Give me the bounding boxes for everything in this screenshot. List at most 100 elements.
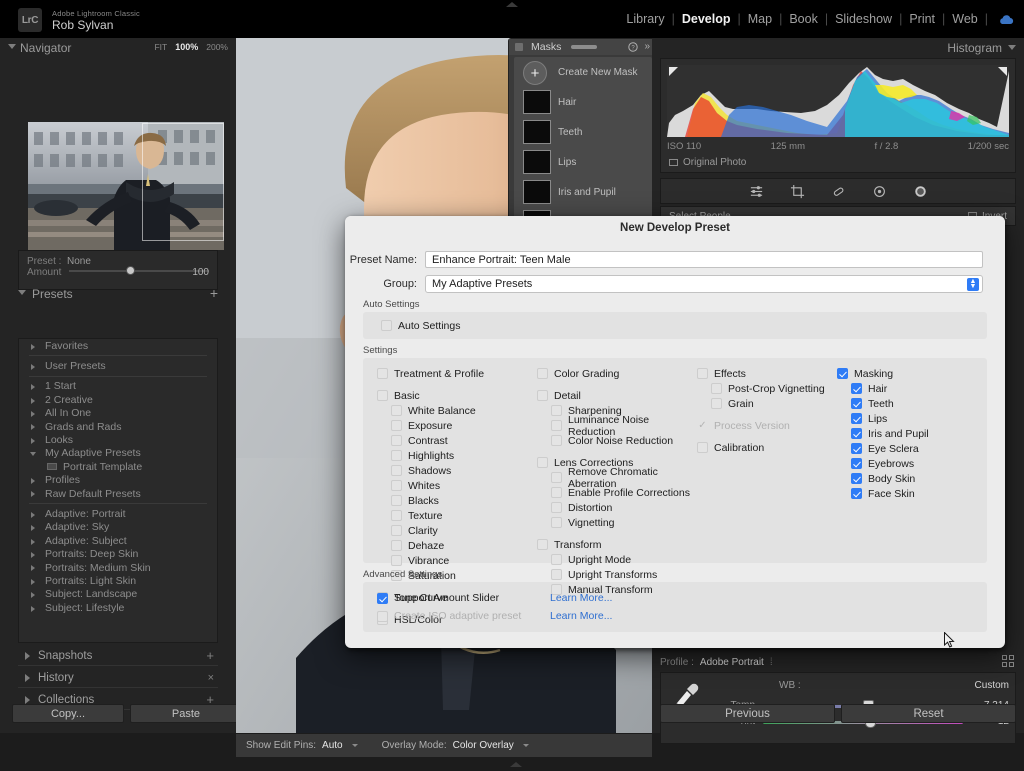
checkbox-distortion[interactable] [551,502,562,513]
presets-list[interactable]: FavoritesUser Presets1 Start2 CreativeAl… [18,338,218,643]
preset-group-adaptive-subject[interactable]: Adaptive: Subject [19,534,217,547]
chevron-down-icon[interactable] [30,452,36,456]
module-print[interactable]: Print [902,12,942,26]
settings-item-post-crop-vignetting[interactable]: Post-Crop Vignetting [711,381,837,396]
checkbox-upright-mode[interactable] [551,554,562,565]
chevron-right-icon[interactable] [31,606,35,612]
checkbox-enable-profile-corrections[interactable] [551,487,562,498]
checkbox-support-amount-slider[interactable] [377,593,388,604]
checkbox-face-skin[interactable] [851,488,862,499]
chevron-right-icon[interactable] [31,411,35,417]
chevron-right-icon[interactable] [31,424,35,430]
amount-slider[interactable] [69,270,209,272]
chevron-down-icon[interactable] [8,44,16,49]
checkbox-body-skin[interactable] [851,473,862,484]
settings-item-hair[interactable]: Hair [851,381,987,396]
settings-item-lips[interactable]: Lips [851,411,987,426]
stepper-icon[interactable]: ▲▼ [967,278,979,291]
checkbox-lips[interactable] [851,413,862,424]
zoom-fit[interactable]: FIT [154,42,167,52]
preset-group-all-in-one[interactable]: All In One [19,407,217,420]
chevron-right-icon[interactable] [31,579,35,585]
checkbox-clarity[interactable] [391,525,402,536]
chevron-down-icon[interactable] [1008,45,1016,50]
chevron-down-icon[interactable] [523,744,529,747]
checkbox-detail[interactable] [537,390,548,401]
auto-settings-checkbox[interactable] [381,320,392,331]
preset-group-user-presets[interactable]: User Presets [19,359,217,372]
sliders-icon[interactable] [749,184,764,199]
checkbox-vignetting[interactable] [551,517,562,528]
settings-group-color-grading[interactable]: Color Grading [537,366,697,381]
checkbox-iris-and-pupil[interactable] [851,428,862,439]
checkbox-sharpening[interactable] [551,405,562,416]
clear-history-icon[interactable]: × [208,672,214,684]
chevron-right-icon[interactable] [25,652,30,660]
settings-item-white-balance[interactable]: White Balance [391,403,537,418]
navigator-crop-selection[interactable] [142,123,224,241]
mask-item-iris-and-pupil[interactable]: Iris and Pupil [514,177,652,207]
histogram-graph[interactable] [667,65,1009,137]
checkbox-lens-corrections[interactable] [537,457,548,468]
preset-group-1-start[interactable]: 1 Start [19,380,217,393]
copy-button[interactable]: Copy... [12,704,124,723]
settings-item-enable-profile-corrections[interactable]: Enable Profile Corrections [551,485,697,500]
module-map[interactable]: Map [741,12,779,26]
settings-item-eye-sclera[interactable]: Eye Sclera [851,441,987,456]
chevron-right-icon[interactable] [31,364,35,370]
checkbox-effects[interactable] [697,368,708,379]
checkbox-blacks[interactable] [391,495,402,506]
settings-item-face-skin[interactable]: Face Skin [851,486,987,501]
settings-group-transform[interactable]: Transform [537,537,697,552]
question-circle-icon[interactable]: ? [628,42,638,52]
shadow-clipping-indicator[interactable] [669,67,678,76]
checkbox-luminance-noise-reduction[interactable] [551,420,562,431]
chevron-right-icon[interactable] [31,438,35,444]
wb-value[interactable]: Custom [975,680,1009,691]
module-slideshow[interactable]: Slideshow [828,12,899,26]
checkbox-shadows[interactable] [391,465,402,476]
add-snapshot-icon[interactable]: + [206,648,214,663]
settings-item-whites[interactable]: Whites [391,478,537,493]
checkbox-color-noise-reduction[interactable] [551,435,562,446]
settings-group-treatment-profile[interactable]: Treatment & Profile [377,366,537,381]
chevron-right-icon[interactable] [31,398,35,404]
checkbox-eyebrows[interactable] [851,458,862,469]
checkbox-treatment-profile[interactable] [377,368,388,379]
checkbox-calibration[interactable] [697,442,708,453]
settings-item-upright-mode[interactable]: Upright Mode [551,552,697,567]
checkbox-eye-sclera[interactable] [851,443,862,454]
settings-group-masking[interactable]: Masking [837,366,987,381]
settings-item-grain[interactable]: Grain [711,396,837,411]
preset-group-portraits-light-skin[interactable]: Portraits: Light Skin [19,574,217,587]
settings-item-vibrance[interactable]: Vibrance [391,553,537,568]
learn-more-link[interactable]: Learn More... [550,592,612,604]
histogram-header[interactable]: Histogram [652,38,1024,58]
navigator-header[interactable]: Navigator FIT 100% 200% [0,38,236,58]
checkbox-dehaze[interactable] [391,540,402,551]
checkbox-contrast[interactable] [391,435,402,446]
settings-item-eyebrows[interactable]: Eyebrows [851,456,987,471]
checkbox-post-crop-vignetting[interactable] [711,383,722,394]
chevron-right-icon[interactable] [31,384,35,390]
settings-item-upright-transforms[interactable]: Upright Transforms [551,567,697,582]
checkbox-exposure[interactable] [391,420,402,431]
chevron-right-icon[interactable] [31,491,35,497]
checkbox-remove-chromatic-aberration[interactable] [551,472,562,483]
zoom-100[interactable]: 100% [175,42,198,52]
preset-group-my-adaptive-presets[interactable]: My Adaptive Presets [19,447,217,460]
settings-item-shadows[interactable]: Shadows [391,463,537,478]
chevron-down-icon[interactable] [18,290,26,295]
add-preset-icon[interactable]: + [210,285,218,301]
masks-panel-header[interactable]: Masks ? » [509,39,655,55]
checkbox-hair[interactable] [851,383,862,394]
chevron-right-icon[interactable] [25,696,30,704]
module-book[interactable]: Book [782,12,825,26]
preset-group-subject-lifestyle[interactable]: Subject: Lifestyle [19,601,217,614]
settings-item-highlights[interactable]: Highlights [391,448,537,463]
preset-group-portraits-deep-skin[interactable]: Portraits: Deep Skin [19,547,217,560]
sidebar-item-snapshots[interactable]: Snapshots + [18,646,218,666]
preset-group-adaptive-portrait[interactable]: Adaptive: Portrait [19,507,217,520]
settings-item-iris-and-pupil[interactable]: Iris and Pupil [851,426,987,441]
original-photo-toggle[interactable]: Original Photo [669,157,746,168]
